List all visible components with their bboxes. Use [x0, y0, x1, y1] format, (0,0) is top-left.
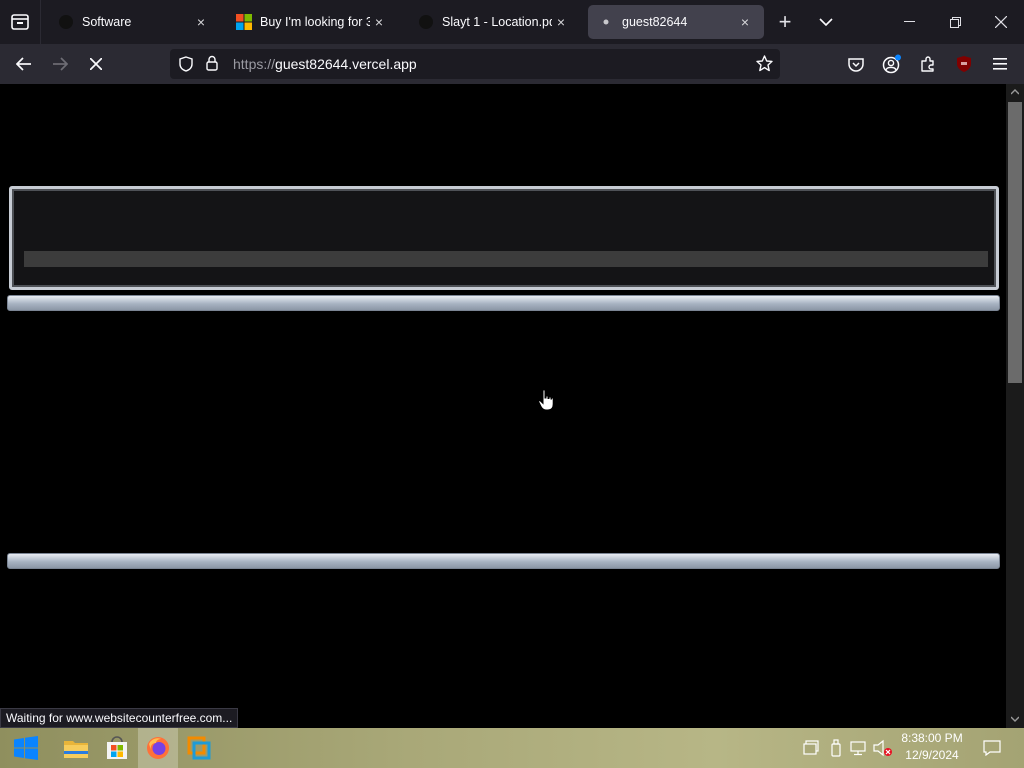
puzzle-piece-icon: [921, 56, 934, 72]
notifications-icon[interactable]: [982, 738, 1002, 758]
arrow-left-icon: [16, 57, 31, 71]
store-bag-icon: [107, 736, 127, 759]
url-scheme: https://: [233, 56, 276, 72]
minimize-icon: [903, 21, 915, 22]
firefox-view-button[interactable]: [0, 0, 40, 44]
tab-title: Software: [82, 15, 132, 29]
tab-title: Buy I'm looking for 30$: [260, 15, 370, 29]
clock-date: 12/9/2024: [905, 748, 959, 762]
tab-title: guest82644: [622, 15, 688, 29]
url-host: guest82644.vercel.app: [275, 56, 417, 72]
tab-separator: [40, 0, 41, 44]
taskbar-file-explorer[interactable]: [56, 728, 96, 768]
hamburger-menu-icon: [993, 58, 1007, 70]
firefox-view-icon: [11, 14, 29, 30]
tab-title: Slayt 1 - Location.pdf: [442, 15, 552, 29]
start-button[interactable]: [6, 728, 46, 768]
scrollbar-thumb[interactable]: [1008, 102, 1022, 383]
tab-close-icon[interactable]: ×: [192, 14, 210, 30]
tab-pdf[interactable]: Slayt 1 - Location.pdf ×: [408, 5, 580, 39]
close-window-button[interactable]: [978, 0, 1024, 44]
taskbar-vmware[interactable]: [179, 728, 219, 768]
restore-button[interactable]: [932, 0, 978, 44]
windows-logo-icon: [14, 736, 38, 760]
volume-muted-icon[interactable]: [873, 738, 893, 758]
scroll-up-arrow-icon[interactable]: [1011, 89, 1019, 95]
lock-icon[interactable]: [206, 55, 218, 76]
pocket-icon: [848, 57, 864, 72]
url-text[interactable]: https://guest82644.vercel.app: [233, 56, 417, 72]
tab-favicon-icon: [418, 14, 434, 30]
scroll-down-arrow-icon[interactable]: [1011, 716, 1019, 722]
tab-close-icon[interactable]: ×: [736, 14, 754, 30]
tab-favicon-icon: [58, 14, 74, 30]
chevron-down-icon: [819, 18, 833, 26]
pocket-button[interactable]: [840, 44, 872, 84]
back-button[interactable]: [8, 44, 40, 84]
taskbar-microsoft-store[interactable]: [97, 728, 137, 768]
microsoft-logo-icon: [236, 14, 252, 30]
status-panel: Waiting for www.websitecounterfree.com..…: [0, 708, 239, 728]
lower-silver-bar[interactable]: [7, 553, 1000, 569]
extensions-button[interactable]: [912, 44, 944, 84]
system-clock[interactable]: 8:38:00 PM 12/9/2024: [896, 730, 968, 764]
minimize-button[interactable]: [886, 0, 932, 44]
folder-icon: [64, 741, 88, 758]
loading-dot-icon: [598, 14, 614, 30]
tab-software[interactable]: Software ×: [48, 5, 220, 39]
chat-input-panel[interactable]: [9, 186, 999, 290]
network-icon[interactable]: [849, 738, 869, 758]
message-input-bar[interactable]: [24, 251, 988, 267]
tab-microsoft-store[interactable]: Buy I'm looking for 30$ ×: [226, 5, 398, 39]
tab-close-icon[interactable]: ×: [370, 14, 388, 30]
clock-time: 8:38:00 PM: [901, 731, 963, 745]
hand-pointer-cursor-icon: [538, 389, 554, 411]
firefox-logo-icon: [147, 737, 169, 759]
new-tab-button[interactable]: +: [768, 0, 802, 44]
usb-device-icon[interactable]: [826, 738, 846, 758]
tracking-protection-shield-icon[interactable]: [179, 56, 193, 77]
ublock-shield-icon: [957, 56, 971, 72]
page-content: [0, 84, 1006, 728]
bookmark-star-icon[interactable]: [756, 55, 773, 77]
list-all-tabs-button[interactable]: [808, 0, 844, 44]
url-bar[interactable]: https://guest82644.vercel.app: [170, 49, 780, 79]
account-icon: [882, 54, 901, 74]
vmware-icon: [187, 736, 211, 760]
ublock-origin-button[interactable]: [948, 44, 980, 84]
account-button[interactable]: [876, 44, 908, 84]
forward-button[interactable]: [44, 44, 76, 84]
restore-icon: [949, 16, 961, 28]
app-menu-button[interactable]: [984, 44, 1016, 84]
tab-close-icon[interactable]: ×: [552, 14, 570, 30]
task-view-icon[interactable]: [801, 738, 821, 758]
tab-guest82644[interactable]: guest82644 ×: [588, 5, 764, 39]
stop-loading-button[interactable]: [80, 44, 112, 84]
close-icon: [995, 16, 1007, 28]
upper-silver-bar[interactable]: [7, 295, 1000, 311]
taskbar-firefox[interactable]: [138, 728, 178, 768]
arrow-right-icon: [53, 57, 68, 71]
stop-icon: [90, 58, 102, 70]
